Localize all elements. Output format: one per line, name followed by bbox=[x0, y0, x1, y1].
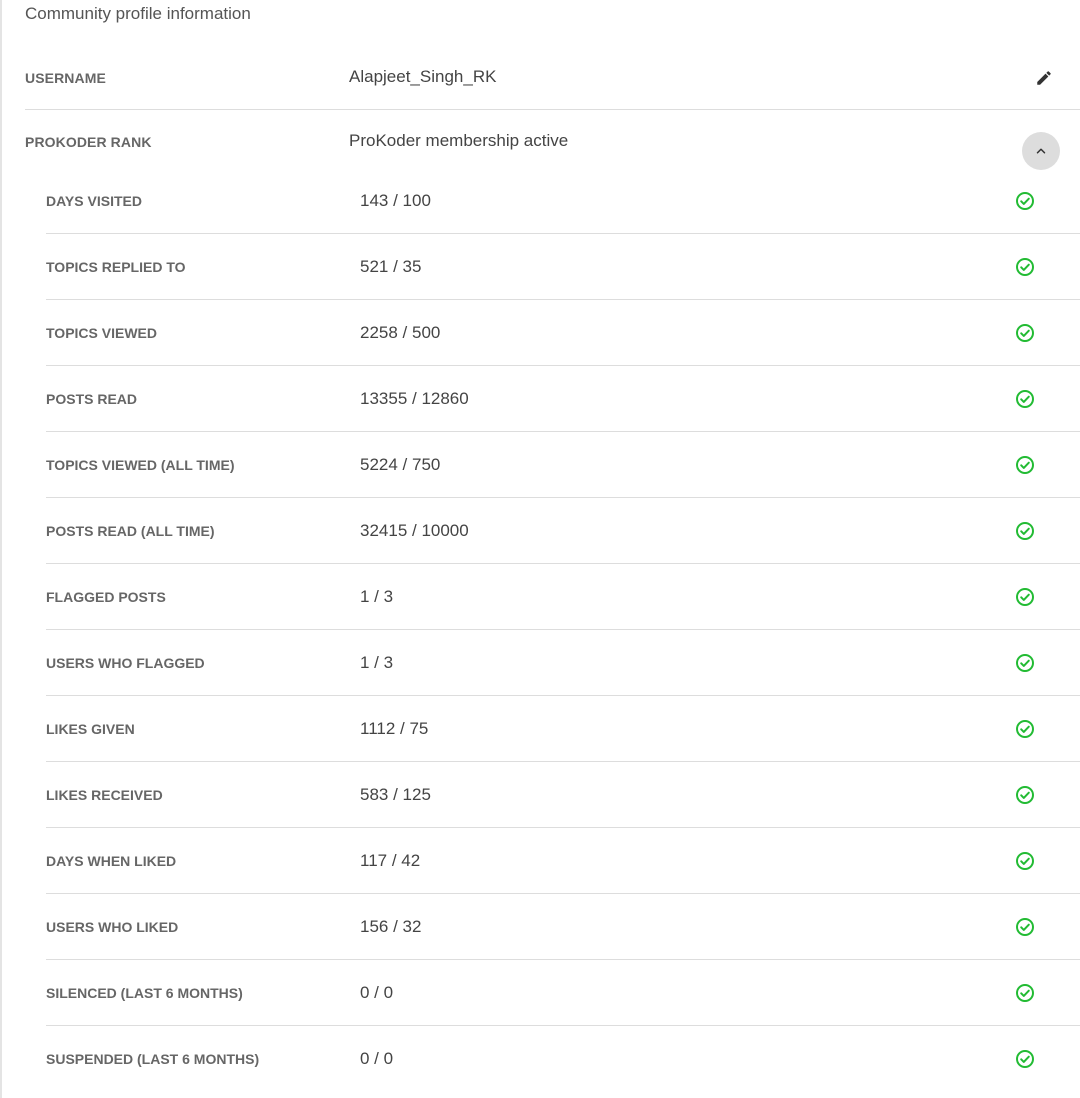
check-circle-icon bbox=[1016, 192, 1034, 210]
criteria-value: 143 / 100 bbox=[360, 191, 431, 210]
criteria-label: LIKES RECEIVED bbox=[46, 787, 163, 803]
collapse-rank-button[interactable] bbox=[1022, 132, 1060, 170]
check-circle-icon bbox=[1016, 258, 1034, 276]
check-circle-icon bbox=[1016, 654, 1034, 672]
criteria-row: DAYS WHEN LIKED 117 / 42 bbox=[46, 828, 1080, 894]
criteria-row: USERS WHO FLAGGED 1 / 3 bbox=[46, 630, 1080, 696]
chevron-up-icon bbox=[1036, 148, 1046, 154]
criteria-row: TOPICS REPLIED TO 521 / 35 bbox=[46, 234, 1080, 300]
profile-panel: Community profile information USERNAME A… bbox=[0, 0, 1080, 1098]
criteria-row: POSTS READ 13355 / 12860 bbox=[46, 366, 1080, 432]
criteria-value: 521 / 35 bbox=[360, 257, 422, 276]
criteria-value: 1 / 3 bbox=[360, 653, 394, 672]
username-label: USERNAME bbox=[25, 70, 106, 86]
check-circle-icon bbox=[1016, 918, 1034, 936]
criteria-label: SUSPENDED (LAST 6 MONTHS) bbox=[46, 1051, 260, 1067]
rank-criteria-list: DAYS VISITED 143 / 100 TOPICS REPLIED TO 52… bbox=[46, 168, 1080, 1091]
criteria-label: DAYS VISITED bbox=[46, 193, 142, 209]
criteria-value: 156 / 32 bbox=[360, 917, 422, 936]
criteria-row: SILENCED (LAST 6 MONTHS) 0 / 0 bbox=[46, 960, 1080, 1026]
username-row: USERNAME Alapjeet_Singh_RK bbox=[25, 44, 1080, 110]
criteria-row: TOPICS VIEWED 2258 / 500 bbox=[46, 300, 1080, 366]
criteria-label: TOPICS VIEWED (ALL TIME) bbox=[46, 457, 235, 473]
criteria-value: 2258 / 500 bbox=[360, 323, 441, 342]
check-circle-icon bbox=[1016, 852, 1034, 870]
criteria-value: 0 / 0 bbox=[360, 1049, 394, 1068]
criteria-value: 1112 / 75 bbox=[360, 719, 429, 738]
criteria-value: 583 / 125 bbox=[360, 785, 431, 804]
criteria-label: FLAGGED POSTS bbox=[46, 589, 166, 605]
criteria-value: 13355 / 12860 bbox=[360, 389, 469, 408]
criteria-value: 5224 / 750 bbox=[360, 455, 441, 474]
criteria-label: POSTS READ (ALL TIME) bbox=[46, 523, 215, 539]
edit-username-button[interactable] bbox=[1032, 66, 1056, 90]
check-circle-icon bbox=[1016, 786, 1034, 804]
check-circle-icon bbox=[1016, 324, 1034, 342]
rank-value: ProKoder membership active bbox=[349, 131, 569, 150]
check-circle-icon bbox=[1016, 522, 1034, 540]
criteria-label: TOPICS REPLIED TO bbox=[46, 259, 186, 275]
criteria-value: 1 / 3 bbox=[360, 587, 394, 606]
criteria-row: DAYS VISITED 143 / 100 bbox=[46, 168, 1080, 234]
rank-label: PROKODER RANK bbox=[25, 134, 152, 150]
criteria-row: SUSPENDED (LAST 6 MONTHS) 0 / 0 bbox=[46, 1026, 1080, 1091]
criteria-value: 117 / 42 bbox=[360, 851, 421, 870]
criteria-label: LIKES GIVEN bbox=[46, 721, 135, 737]
criteria-row: USERS WHO LIKED 156 / 32 bbox=[46, 894, 1080, 960]
criteria-label: DAYS WHEN LIKED bbox=[46, 853, 177, 869]
check-circle-icon bbox=[1016, 456, 1034, 474]
criteria-label: USERS WHO FLAGGED bbox=[46, 655, 205, 671]
check-circle-icon bbox=[1016, 588, 1034, 606]
criteria-row: LIKES RECEIVED 583 / 125 bbox=[46, 762, 1080, 828]
criteria-row: LIKES GIVEN 1112 / 75 bbox=[46, 696, 1080, 762]
username-value: Alapjeet_Singh_RK bbox=[349, 67, 497, 86]
criteria-label: USERS WHO LIKED bbox=[46, 919, 179, 935]
check-circle-icon bbox=[1016, 390, 1034, 408]
criteria-value: 0 / 0 bbox=[360, 983, 394, 1002]
criteria-row: POSTS READ (ALL TIME) 32415 / 10000 bbox=[46, 498, 1080, 564]
criteria-value: 32415 / 10000 bbox=[360, 521, 469, 540]
criteria-row: TOPICS VIEWED (ALL TIME) 5224 / 750 bbox=[46, 432, 1080, 498]
criteria-label: POSTS READ bbox=[46, 391, 138, 407]
section-title: Community profile information bbox=[25, 4, 251, 23]
check-circle-icon bbox=[1016, 720, 1034, 738]
check-circle-icon bbox=[1016, 984, 1034, 1002]
rank-row: PROKODER RANK ProKoder membership active bbox=[25, 110, 1080, 174]
check-circle-icon bbox=[1016, 1050, 1034, 1068]
criteria-label: SILENCED (LAST 6 MONTHS) bbox=[46, 985, 243, 1001]
pencil-icon bbox=[1037, 71, 1051, 85]
criteria-label: TOPICS VIEWED bbox=[46, 325, 157, 341]
criteria-row: FLAGGED POSTS 1 / 3 bbox=[46, 564, 1080, 630]
